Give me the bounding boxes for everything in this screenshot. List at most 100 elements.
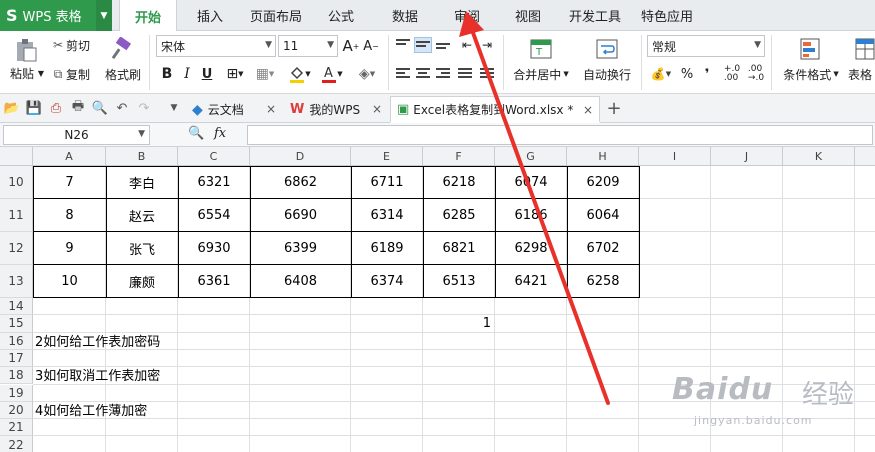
bold-button[interactable]: B [158,64,176,84]
italic-button[interactable]: I [178,64,196,84]
table-cell[interactable]: 6258 [567,265,639,298]
select-all-corner[interactable] [0,147,33,166]
table-cell[interactable]: 6285 [423,199,495,232]
cut-button[interactable]: ✂ 剪切 [50,36,100,54]
conditional-format-icon[interactable] [796,35,824,63]
table-cell[interactable]: 6702 [567,232,639,265]
table-style-button[interactable]: 表格 [848,65,875,83]
zoom-search-icon[interactable]: 🔍 [188,126,204,141]
row-header[interactable]: 22 [0,436,33,452]
row-header[interactable]: 10 [0,166,33,199]
table-cell[interactable]: 6513 [423,265,495,298]
column-header-c[interactable]: C [178,147,250,166]
table-cell[interactable]: 6321 [178,166,250,199]
row-header[interactable]: 19 [0,384,33,402]
function-fx-icon[interactable]: fx [214,126,226,141]
column-header-d[interactable]: D [250,147,351,166]
note-text[interactable]: 4如何给工作薄加密 [35,403,147,420]
increase-decimal-button[interactable]: +.0.00 [722,64,742,84]
table-cell[interactable]: 9 [33,232,106,265]
undo-icon[interactable]: ↶ [114,100,130,116]
align-center-button[interactable] [414,66,432,82]
print-icon[interactable]: 🖶 [70,99,86,116]
copy-button[interactable]: ⧉ 复制 [50,65,100,83]
tab-cloud-docs[interactable]: ◆ 云文档 × [186,96,282,123]
export-pdf-icon[interactable]: ⎙ [48,100,64,116]
table-cell[interactable]: 6074 [495,166,567,199]
table-cell[interactable]: 8 [33,199,106,232]
table-cell[interactable]: 6189 [351,232,423,265]
tab-home[interactable]: 开始 [119,0,177,32]
distribute-button[interactable] [476,66,498,82]
clear-format-button[interactable]: ◈ ▼ [352,64,382,84]
cell-fill-pattern-button[interactable]: ▦ ▼ [252,64,278,84]
number-format-select[interactable]: 常规 ▼ [647,35,765,57]
row-header[interactable]: 15 [0,315,33,333]
row-header[interactable]: 17 [0,349,33,368]
conditional-format-button[interactable]: 条件格式 ▼ [778,65,844,83]
align-bottom-button[interactable] [434,37,452,53]
paste-button[interactable]: 粘贴 ▼ [6,65,48,81]
table-style-icon[interactable] [852,35,875,63]
wrap-text-button[interactable]: 自动换行 [578,65,636,83]
merge-center-icon[interactable]: T [526,35,556,63]
column-header-e[interactable]: E [351,147,423,166]
formula-input[interactable] [247,125,873,145]
column-header-i[interactable]: I [639,147,711,166]
align-middle-button[interactable] [414,37,432,53]
table-cell[interactable]: 6421 [495,265,567,298]
indent-decrease-button[interactable]: ⇤ [458,37,476,53]
column-header-j[interactable]: J [711,147,783,166]
table-cell[interactable]: 廉颇 [106,265,178,298]
redo-icon[interactable]: ↷ [136,100,152,116]
merge-center-button[interactable]: 合并居中 ▼ [508,65,574,83]
save-icon[interactable]: 💾 [26,100,42,116]
table-cell[interactable]: 6862 [250,166,351,199]
table-cell[interactable]: 6314 [351,199,423,232]
table-cell[interactable]: 赵云 [106,199,178,232]
font-name-select[interactable]: 宋体 ▼ [156,35,276,57]
row-header[interactable]: 21 [0,419,33,437]
table-cell[interactable]: 6218 [423,166,495,199]
table-cell[interactable]: 7 [33,166,106,199]
open-folder-icon[interactable]: 📂 [4,100,20,116]
format-painter-button[interactable]: 格式刷 [102,65,144,83]
table-cell[interactable]: 6186 [495,199,567,232]
table-cell[interactable]: 6821 [423,232,495,265]
table-cell[interactable]: 李白 [106,166,178,199]
app-menu-button[interactable]: S WPS 表格 [0,0,96,31]
table-cell[interactable]: 6064 [567,199,639,232]
print-preview-icon[interactable]: 🔍 [92,100,108,116]
table-cell[interactable]: 张飞 [106,232,178,265]
quick-access-dropdown-icon[interactable]: ▼ [166,100,182,116]
shrink-font-button[interactable]: A − [362,36,380,56]
tab-view[interactable]: 视图 [505,0,551,31]
table-cell[interactable]: 6298 [495,232,567,265]
table-cell[interactable]: 6554 [178,199,250,232]
tab-developer[interactable]: 开发工具 [564,0,626,31]
row-header[interactable]: 16 [0,332,33,350]
table-cell[interactable]: 6374 [351,265,423,298]
font-size-select[interactable]: 11 ▼ [278,35,338,57]
cell-f15[interactable]: 1 [423,315,491,332]
grow-font-button[interactable]: A + [342,36,360,56]
row-header[interactable]: 18 [0,367,33,385]
close-icon[interactable]: × [266,102,276,116]
column-header-a[interactable]: A [33,147,106,166]
tab-formulas[interactable]: 公式 [318,0,364,31]
align-top-button[interactable] [394,37,412,53]
tab-review[interactable]: 审阅 [444,0,490,31]
tab-page-layout[interactable]: 页面布局 [244,0,308,31]
column-header-b[interactable]: B [106,147,178,166]
underline-button[interactable]: U [198,64,216,84]
fill-color-button[interactable]: ▼ [286,64,314,84]
table-cell[interactable]: 10 [33,265,106,298]
align-right-button[interactable] [434,66,452,82]
wrap-text-icon[interactable] [592,35,622,63]
close-icon[interactable]: × [583,103,593,117]
border-button[interactable]: ⊞ ▼ [222,64,248,84]
tab-insert[interactable]: 插入 [184,0,236,31]
column-header-g[interactable]: G [495,147,567,166]
indent-increase-button[interactable]: ⇥ [478,37,496,53]
row-header[interactable]: 20 [0,401,33,420]
